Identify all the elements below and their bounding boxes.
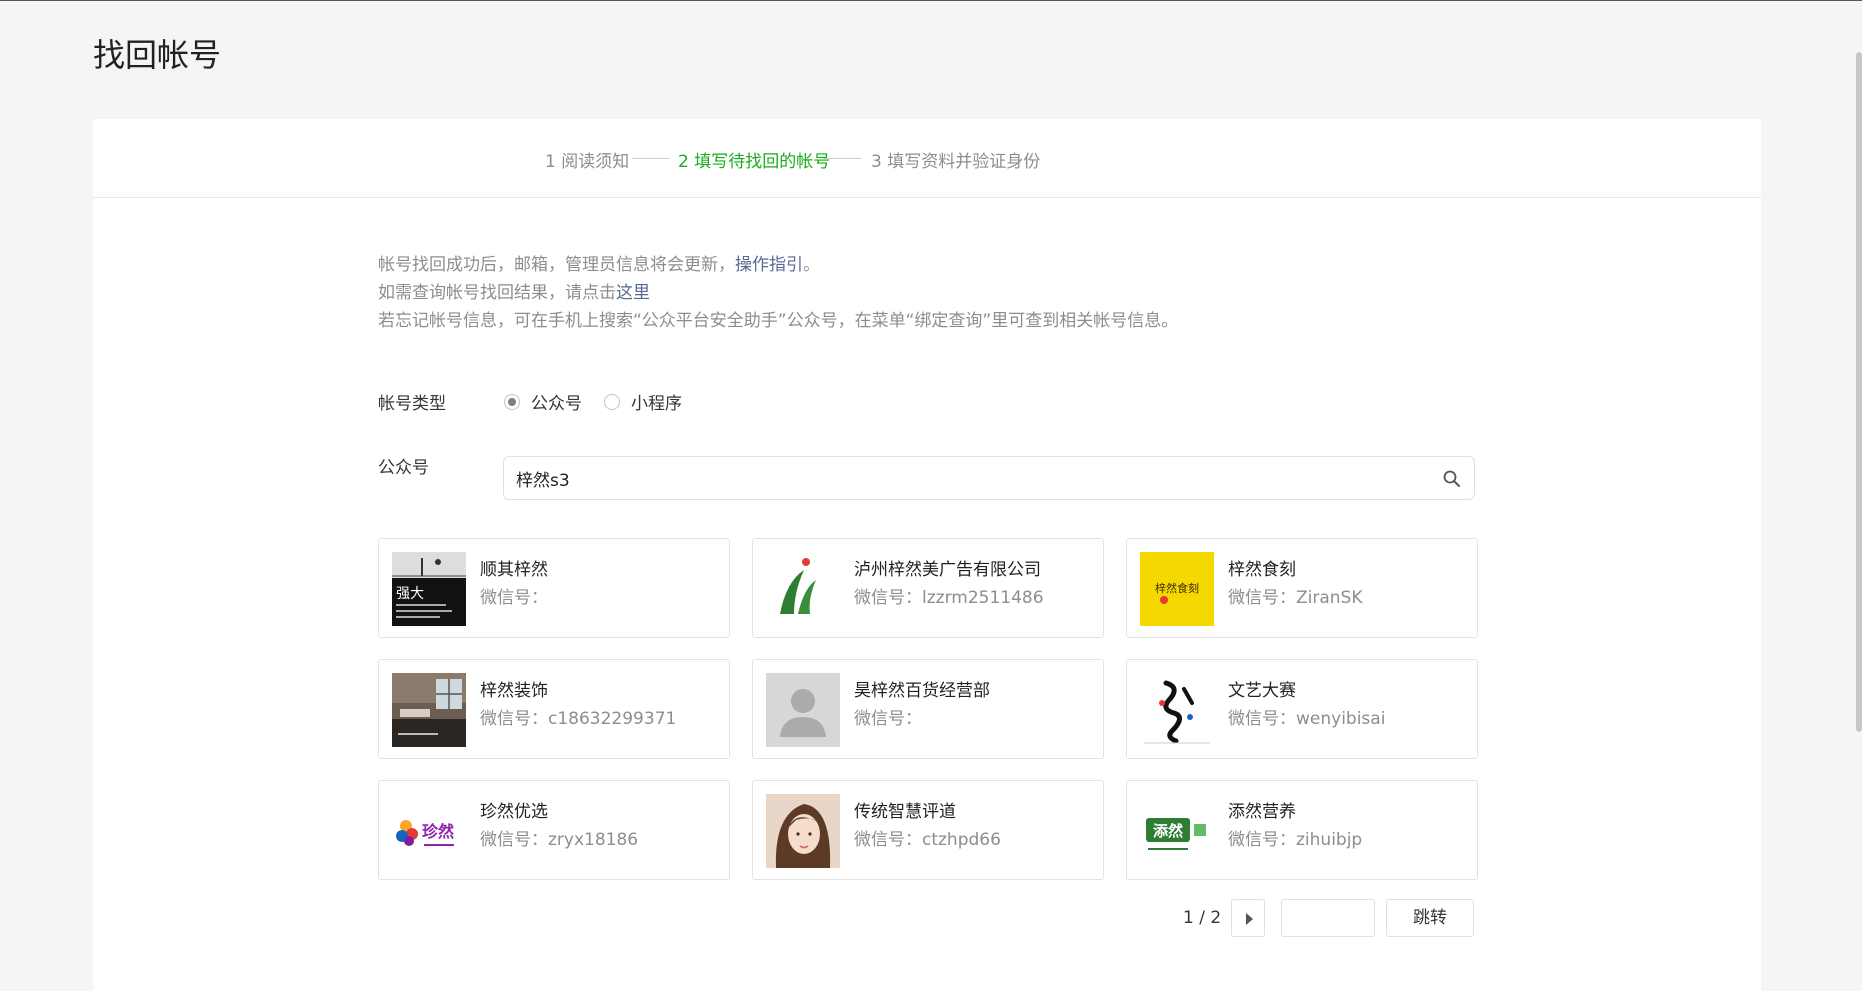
account-wechat-id: 微信号：c18632299371 [480,709,677,729]
search-icon[interactable] [1442,469,1462,489]
account-name: 梓然食刻 [1228,560,1296,580]
account-search-input[interactable] [516,457,1396,499]
default-avatar-icon [766,673,840,747]
radio-button[interactable] [604,393,620,410]
account-wechat-id: 微信号：ZiranSK [1228,588,1363,608]
account-wechat-id: 微信号： [854,709,922,729]
radio-button-checked[interactable] [504,393,520,410]
account-name: 文艺大赛 [1228,681,1296,701]
query-result-link[interactable]: 这里 [616,283,650,303]
account-avatar [766,794,840,868]
avatar-logo-text: 珍然 [422,822,454,841]
result-card[interactable]: 梓然食刻 梓然食刻 微信号：ZiranSK [1126,538,1478,638]
notice-text: 帐号找回成功后，邮箱，管理员信息将会更新，操作指引。 如需查询帐号找回结果，请点… [378,251,1178,335]
notice-line-3: 若忘记帐号信息，可在手机上搜索“公众平台安全助手”公众号，在菜单“绑定查询”里可… [378,311,1179,331]
step-2-active: 2 填写待找回的帐号 [678,152,831,172]
radio-mini-program[interactable]: 小程序 [604,389,682,414]
avatar-logo-text: 添然 [1153,822,1183,840]
notice-line-1: 帐号找回成功后，邮箱，管理员信息将会更新，操作指引。 [378,255,820,275]
main-card: 1 阅读须知 2 填写待找回的帐号 3 填写资料并验证身份 帐号找回成功后，邮箱… [93,119,1761,991]
account-avatar [766,552,840,626]
account-avatar [1140,673,1214,747]
account-wechat-id: 微信号：zihuibjp [1228,830,1363,850]
account-name: 泸州梓然美广告有限公司 [854,560,1041,580]
avatar-caption: 强大 [396,586,424,602]
pagination-info: 1 / 2 [1183,908,1222,928]
step-1: 1 阅读须知 [545,152,630,172]
account-wechat-id: 微信号：lzzrm2511486 [854,588,1044,608]
account-name: 梓然装饰 [480,681,548,701]
jump-button[interactable]: 跳转 [1386,899,1474,937]
result-card[interactable]: 泸州梓然美广告有限公司 微信号：lzzrm2511486 [752,538,1104,638]
step-3: 3 填写资料并验证身份 [871,152,1041,172]
account-name: 珍然优选 [480,802,548,822]
radio-official-account[interactable]: 公众号 [504,389,582,414]
window-top-border [0,0,1862,1]
step-divider [632,158,670,159]
page-number-input[interactable] [1281,899,1375,937]
notice-line-2: 如需查询帐号找回结果，请点击这里 [378,283,650,303]
result-card[interactable]: 添然 添然营养 微信号：zihuibjp [1126,780,1478,880]
account-search-label: 公众号 [378,458,429,478]
account-wechat-id: 微信号： [480,588,548,608]
account-name: 顺其梓然 [480,560,548,580]
result-card[interactable]: 梓然装饰 微信号：c18632299371 [378,659,730,759]
account-avatar: 珍然 [392,794,466,868]
account-name: 传统智慧评道 [854,802,956,822]
avatar-logo-text: 梓然食刻 [1155,581,1199,595]
account-wechat-id: 微信号：ctzhpd66 [854,830,1001,850]
result-card[interactable]: 昊梓然百货经营部 微信号： [752,659,1104,759]
account-wechat-id: 微信号：wenyibisai [1228,709,1386,729]
account-type-label: 帐号类型 [378,394,446,414]
account-name: 添然营养 [1228,802,1296,822]
result-card[interactable]: 强大 顺其梓然 微信号： [378,538,730,638]
result-card[interactable]: 珍然 珍然优选 微信号：zryx18186 [378,780,730,880]
account-search-box [503,456,1475,500]
account-type-radio-group: 公众号 小程序 [504,389,704,414]
step-divider [823,158,861,159]
next-page-button[interactable] [1231,899,1265,937]
account-avatar: 梓然食刻 [1140,552,1214,626]
account-avatar: 添然 [1140,794,1214,868]
guide-link[interactable]: 操作指引 [735,255,803,275]
account-avatar: 强大 [392,552,466,626]
step-indicator: 1 阅读须知 2 填写待找回的帐号 3 填写资料并验证身份 [93,119,1761,198]
scrollbar[interactable] [1856,52,1862,732]
result-card[interactable]: 文艺大赛 微信号：wenyibisai [1126,659,1478,759]
result-card[interactable]: 传统智慧评道 微信号：ctzhpd66 [752,780,1104,880]
account-wechat-id: 微信号：zryx18186 [480,830,639,850]
account-avatar [392,673,466,747]
account-name: 昊梓然百货经营部 [854,681,990,701]
page-title: 找回帐号 [93,36,222,74]
